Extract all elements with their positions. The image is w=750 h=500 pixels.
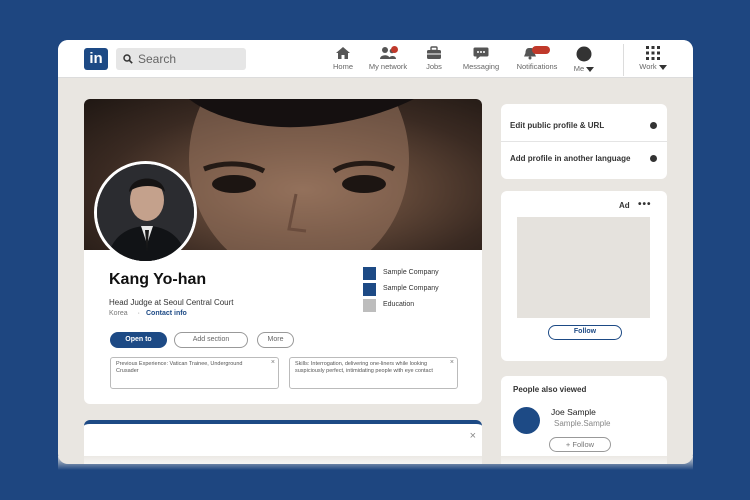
- info-dot-icon: [650, 155, 657, 162]
- person-avatar[interactable]: [513, 407, 540, 434]
- experience-label: Sample Company: [383, 285, 439, 292]
- people-also-viewed-card: People also viewed Joe Sample Sample.Sam…: [501, 376, 667, 464]
- info-box-text: Skills: Interrogation, delivering one-li…: [295, 361, 433, 374]
- top-nav-bar: in Home My network: [58, 40, 693, 78]
- skills-info-box: Skills: Interrogation, delivering one-li…: [289, 357, 458, 389]
- close-icon[interactable]: ×: [450, 359, 454, 368]
- chevron-down-icon: [586, 66, 595, 72]
- more-options-icon[interactable]: •••: [638, 199, 652, 210]
- add-section-button[interactable]: Add section: [174, 332, 248, 348]
- grid-icon: [646, 46, 660, 60]
- edit-public-profile-link[interactable]: Edit public profile & URL: [510, 121, 604, 130]
- nav-home-label: Home: [332, 62, 353, 71]
- experience-info-box: Previous Experience: Vatican Trainee, Un…: [110, 357, 279, 389]
- people-also-viewed-title: People also viewed: [513, 385, 587, 394]
- profile-avatar[interactable]: [94, 161, 197, 264]
- company-logo: [363, 267, 376, 280]
- search-input[interactable]: [138, 48, 242, 70]
- ad-label: Ad: [619, 201, 630, 210]
- chevron-down-icon: [658, 64, 667, 70]
- nav-notifications[interactable]: Notifications: [514, 46, 560, 76]
- nav-me[interactable]: Me: [570, 46, 598, 76]
- window-bottom-fade: [58, 456, 693, 470]
- briefcase-icon: [427, 46, 441, 59]
- contact-info-link[interactable]: Contact info: [146, 310, 187, 317]
- notifications-badge: [532, 46, 550, 54]
- profile-name: Kang Yo-han: [109, 271, 207, 288]
- search-box[interactable]: [116, 48, 246, 70]
- nav-messaging-label: Messaging: [462, 62, 500, 71]
- open-to-button[interactable]: Open to: [110, 332, 167, 348]
- profile-card: Kang Yo-han Head Judge at Seoul Central …: [84, 99, 482, 404]
- avatar-icon: [576, 46, 592, 62]
- location-separator: ·: [137, 310, 140, 317]
- app-window: in Home My network: [58, 40, 693, 464]
- education-label: Education: [383, 301, 415, 308]
- bell-icon: [524, 46, 550, 60]
- profile-location: Korea ·: [109, 310, 140, 317]
- experience-label: Sample Company: [383, 269, 439, 276]
- network-badge: [391, 46, 398, 53]
- network-icon: [380, 46, 398, 59]
- ad-card: Ad ••• Follow: [501, 191, 667, 361]
- profile-headline: Head Judge at Seoul Central Court: [109, 298, 234, 307]
- nav-messaging[interactable]: Messaging: [461, 46, 501, 76]
- nav-notifications-label: Notifications: [516, 62, 558, 71]
- company-logo: [363, 283, 376, 296]
- person-follow-button[interactable]: + Follow: [549, 437, 611, 452]
- avatar-photo: [97, 164, 194, 261]
- nav-home[interactable]: Home: [330, 46, 356, 76]
- info-box-text: Previous Experience: Vatican Trainee, Un…: [116, 361, 243, 374]
- divider: [501, 141, 667, 142]
- person-subtitle: Sample.Sample: [554, 419, 611, 428]
- nav-work[interactable]: Work: [638, 46, 668, 76]
- close-icon[interactable]: ×: [271, 359, 275, 368]
- home-icon: [336, 47, 350, 59]
- messaging-icon: [473, 47, 489, 60]
- nav-jobs[interactable]: Jobs: [424, 46, 444, 76]
- nav-work-label: Work: [638, 62, 668, 71]
- close-icon[interactable]: ×: [470, 430, 476, 442]
- add-profile-language-link[interactable]: Add profile in another language: [510, 154, 630, 163]
- linkedin-logo[interactable]: in: [84, 48, 108, 70]
- nav-divider: [623, 44, 624, 76]
- nav-my-network[interactable]: My network: [367, 46, 409, 76]
- nav-my-network-label: My network: [368, 62, 408, 71]
- nav-jobs-label: Jobs: [426, 62, 442, 71]
- info-dot-icon: [650, 122, 657, 129]
- profile-settings-card: Edit public profile & URL Add profile in…: [501, 104, 667, 179]
- nav-me-label: Me: [570, 64, 598, 73]
- search-icon: [123, 54, 133, 64]
- more-button[interactable]: More: [257, 332, 294, 348]
- person-name[interactable]: Joe Sample: [551, 407, 596, 417]
- ad-image-placeholder[interactable]: [517, 217, 650, 318]
- ad-follow-button[interactable]: Follow: [548, 325, 622, 340]
- school-logo: [363, 299, 376, 312]
